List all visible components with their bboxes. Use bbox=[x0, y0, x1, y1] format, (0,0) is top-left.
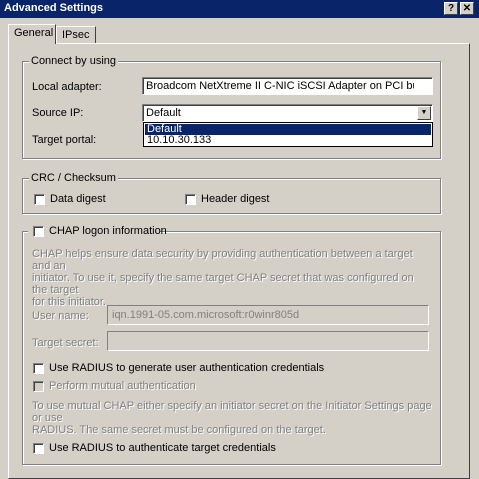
target-portal-label: Target portal: bbox=[32, 134, 97, 146]
mutual-auth-checkbox[interactable] bbox=[33, 381, 44, 392]
local-adapter-value: Broadcom NetXtreme II C-NIC iSCSI Adapte… bbox=[146, 80, 414, 92]
chap-checkbox[interactable] bbox=[33, 226, 44, 237]
advanced-settings-window: Advanced Settings ? ✕ General IPsec Conn… bbox=[0, 0, 479, 479]
connect-group-legend: Connect by using bbox=[29, 55, 118, 67]
source-ip-dropdown-list: Default 10.10.30.133 bbox=[143, 122, 433, 147]
mutual-help-text: To use mutual CHAP either specify an ini… bbox=[32, 400, 432, 436]
mutual-auth-label: Perform mutual authentication bbox=[49, 380, 196, 392]
data-digest-label: Data digest bbox=[50, 193, 106, 205]
window-title: Advanced Settings bbox=[4, 2, 104, 14]
dropdown-option-ip[interactable]: 10.10.30.133 bbox=[145, 135, 431, 146]
tab-ipsec[interactable]: IPsec bbox=[56, 26, 96, 43]
radius-user-label: Use RADIUS to generate user authenticati… bbox=[49, 362, 325, 374]
mutual-help-line: RADIUS. The same secret must be configur… bbox=[32, 424, 326, 436]
chevron-down-icon[interactable]: ▼ bbox=[417, 106, 431, 120]
close-button[interactable]: ✕ bbox=[460, 2, 474, 15]
local-adapter-label: Local adapter: bbox=[32, 81, 102, 93]
chap-help-text: CHAP helps ensure data security by provi… bbox=[32, 248, 432, 308]
chap-help-line: initiator. To use it, specify the same t… bbox=[32, 272, 414, 296]
mutual-help-line: To use mutual CHAP either specify an ini… bbox=[32, 400, 432, 424]
data-digest-checkbox[interactable] bbox=[34, 194, 45, 205]
target-secret-label: Target secret: bbox=[32, 337, 99, 349]
crc-group-legend: CRC / Checksum bbox=[29, 172, 118, 184]
local-adapter-select[interactable]: Broadcom NetXtreme II C-NIC iSCSI Adapte… bbox=[142, 77, 433, 95]
target-secret-input[interactable] bbox=[107, 331, 429, 351]
chap-checkbox-label: CHAP logon information bbox=[49, 225, 167, 237]
title-bar[interactable]: Advanced Settings ? ✕ bbox=[0, 0, 479, 18]
user-name-input[interactable]: iqn.1991-05.com.microsoft:r0winr805d bbox=[107, 305, 429, 325]
user-name-label: User name: bbox=[32, 310, 89, 322]
source-ip-select[interactable]: Default ▼ bbox=[142, 104, 433, 122]
radius-target-label: Use RADIUS to authenticate target creden… bbox=[49, 442, 276, 454]
source-ip-label: Source IP: bbox=[32, 107, 84, 119]
header-digest-checkbox[interactable] bbox=[185, 194, 196, 205]
chap-help-line: CHAP helps ensure data security by provi… bbox=[32, 248, 413, 272]
tab-general[interactable]: General bbox=[8, 24, 56, 44]
help-button[interactable]: ? bbox=[444, 2, 458, 15]
user-name-value: iqn.1991-05.com.microsoft:r0winr805d bbox=[112, 309, 300, 321]
header-digest-label: Header digest bbox=[201, 193, 270, 205]
source-ip-value: Default bbox=[146, 107, 181, 119]
radius-user-checkbox[interactable] bbox=[33, 363, 44, 374]
radius-target-checkbox[interactable] bbox=[33, 443, 44, 454]
